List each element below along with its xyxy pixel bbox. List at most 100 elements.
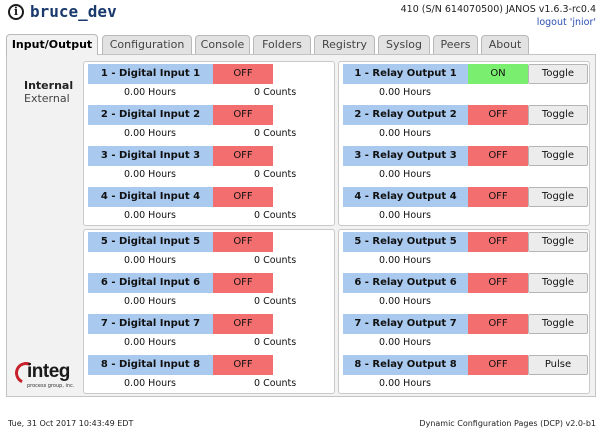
- input-counts: 0 Counts: [254, 210, 297, 221]
- inputs-group-1: 1 - Digital Input 1 OFF 0.00 Hours 0 Cou…: [83, 61, 335, 226]
- pulse-button[interactable]: Pulse: [528, 355, 588, 375]
- input-row-3: 3 - Digital Input 3 OFF 0.00 Hours 0 Cou…: [84, 144, 334, 185]
- input-hours: 0.00 Hours: [124, 87, 177, 98]
- input-row-5: 5 - Digital Input 5 OFF 0.00 Hours 0 Cou…: [84, 230, 334, 271]
- output-label: 3 - Relay Output 3: [343, 146, 468, 166]
- input-row-7: 7 - Digital Input 7 OFF 0.00 Hours 0 Cou…: [84, 312, 334, 353]
- version-info: 410 (S/N 614070500) JANOS v1.6.3-rc0.4: [400, 4, 596, 15]
- input-state: OFF: [213, 187, 273, 207]
- sidebar-item-external[interactable]: External: [24, 92, 73, 105]
- output-row-4: 4 - Relay Output 4 OFF Toggle 0.00 Hours: [339, 185, 589, 226]
- output-label: 4 - Relay Output 4: [343, 187, 468, 207]
- input-hours: 0.00 Hours: [124, 255, 177, 266]
- io-panel: Internal External integ process group, i…: [6, 54, 596, 397]
- input-label: 4 - Digital Input 4: [88, 187, 213, 207]
- input-state: OFF: [213, 355, 273, 375]
- output-state: OFF: [468, 105, 528, 125]
- input-row-8: 8 - Digital Input 8 OFF 0.00 Hours 0 Cou…: [84, 353, 334, 394]
- input-label: 5 - Digital Input 5: [88, 232, 213, 252]
- output-row-6: 6 - Relay Output 6 OFF Toggle 0.00 Hours: [339, 271, 589, 312]
- input-counts: 0 Counts: [254, 255, 297, 266]
- input-hours: 0.00 Hours: [124, 128, 177, 139]
- output-hours: 0.00 Hours: [379, 378, 432, 389]
- output-state: OFF: [468, 314, 528, 334]
- output-label: 5 - Relay Output 5: [343, 232, 468, 252]
- tab-registry[interactable]: Registry: [314, 35, 375, 54]
- input-label: 2 - Digital Input 2: [88, 105, 213, 125]
- input-row-6: 6 - Digital Input 6 OFF 0.00 Hours 0 Cou…: [84, 271, 334, 312]
- module-selector: Internal External: [24, 79, 73, 105]
- input-hours: 0.00 Hours: [124, 210, 177, 221]
- footer: Tue, 31 Oct 2017 10:43:49 EDT Dynamic Co…: [0, 414, 602, 433]
- integ-logo: integ process group, inc.: [11, 358, 79, 393]
- output-hours: 0.00 Hours: [379, 337, 432, 348]
- output-state: OFF: [468, 187, 528, 207]
- footer-date: Tue, 31 Oct 2017 10:43:49 EDT: [8, 419, 134, 428]
- input-row-2: 2 - Digital Input 2 OFF 0.00 Hours 0 Cou…: [84, 103, 334, 144]
- output-state: ON: [468, 64, 528, 84]
- tab-configuration[interactable]: Configuration: [102, 35, 192, 54]
- output-label: 6 - Relay Output 6: [343, 273, 468, 293]
- toggle-button[interactable]: Toggle: [528, 146, 588, 166]
- output-hours: 0.00 Hours: [379, 87, 432, 98]
- output-row-3: 3 - Relay Output 3 OFF Toggle 0.00 Hours: [339, 144, 589, 185]
- sidebar-item-internal[interactable]: Internal: [24, 79, 73, 92]
- input-counts: 0 Counts: [254, 169, 297, 180]
- output-state: OFF: [468, 273, 528, 293]
- outputs-group-2: 5 - Relay Output 5 OFF Toggle 0.00 Hours…: [338, 229, 590, 394]
- tab-console[interactable]: Console: [195, 35, 250, 54]
- input-counts: 0 Counts: [254, 87, 297, 98]
- tab-syslog[interactable]: Syslog: [378, 35, 430, 54]
- toggle-button[interactable]: Toggle: [528, 105, 588, 125]
- input-state: OFF: [213, 146, 273, 166]
- toggle-button[interactable]: Toggle: [528, 314, 588, 334]
- logo-subtitle: process group, inc.: [27, 383, 75, 389]
- tab-bar: Input/Output Configuration Console Folde…: [6, 34, 596, 55]
- input-row-1: 1 - Digital Input 1 OFF 0.00 Hours 0 Cou…: [84, 62, 334, 103]
- input-label: 7 - Digital Input 7: [88, 314, 213, 334]
- logout-link[interactable]: logout 'jnior': [537, 17, 596, 28]
- tab-input-output[interactable]: Input/Output: [6, 34, 98, 55]
- device-title: bruce_dev: [30, 2, 117, 21]
- input-state: OFF: [213, 105, 273, 125]
- output-label: 7 - Relay Output 7: [343, 314, 468, 334]
- tab-folders[interactable]: Folders: [253, 35, 311, 54]
- toggle-button[interactable]: Toggle: [528, 273, 588, 293]
- input-hours: 0.00 Hours: [124, 378, 177, 389]
- output-hours: 0.00 Hours: [379, 169, 432, 180]
- header: i bruce_dev 410 (S/N 614070500) JANOS v1…: [0, 0, 602, 34]
- input-counts: 0 Counts: [254, 378, 297, 389]
- toggle-button[interactable]: Toggle: [528, 232, 588, 252]
- input-state: OFF: [213, 64, 273, 84]
- info-icon[interactable]: i: [8, 4, 24, 20]
- toggle-button[interactable]: Toggle: [528, 187, 588, 207]
- logo-word: integ: [27, 361, 70, 382]
- input-hours: 0.00 Hours: [124, 169, 177, 180]
- input-label: 1 - Digital Input 1: [88, 64, 213, 84]
- tab-about[interactable]: About: [481, 35, 529, 54]
- outputs-group-1: 1 - Relay Output 1 ON Toggle 0.00 Hours …: [338, 61, 590, 226]
- output-state: OFF: [468, 355, 528, 375]
- input-label: 3 - Digital Input 3: [88, 146, 213, 166]
- output-hours: 0.00 Hours: [379, 296, 432, 307]
- output-row-2: 2 - Relay Output 2 OFF Toggle 0.00 Hours: [339, 103, 589, 144]
- input-state: OFF: [213, 314, 273, 334]
- output-row-5: 5 - Relay Output 5 OFF Toggle 0.00 Hours: [339, 230, 589, 271]
- tab-peers[interactable]: Peers: [433, 35, 478, 54]
- output-state: OFF: [468, 232, 528, 252]
- input-row-4: 4 - Digital Input 4 OFF 0.00 Hours 0 Cou…: [84, 185, 334, 226]
- output-label: 1 - Relay Output 1: [343, 64, 468, 84]
- input-counts: 0 Counts: [254, 337, 297, 348]
- output-hours: 0.00 Hours: [379, 128, 432, 139]
- output-hours: 0.00 Hours: [379, 210, 432, 221]
- inputs-group-2: 5 - Digital Input 5 OFF 0.00 Hours 0 Cou…: [83, 229, 335, 394]
- output-row-1: 1 - Relay Output 1 ON Toggle 0.00 Hours: [339, 62, 589, 103]
- output-label: 2 - Relay Output 2: [343, 105, 468, 125]
- input-label: 6 - Digital Input 6: [88, 273, 213, 293]
- input-hours: 0.00 Hours: [124, 337, 177, 348]
- output-label: 8 - Relay Output 8: [343, 355, 468, 375]
- input-hours: 0.00 Hours: [124, 296, 177, 307]
- input-label: 8 - Digital Input 8: [88, 355, 213, 375]
- input-state: OFF: [213, 273, 273, 293]
- toggle-button[interactable]: Toggle: [528, 64, 588, 84]
